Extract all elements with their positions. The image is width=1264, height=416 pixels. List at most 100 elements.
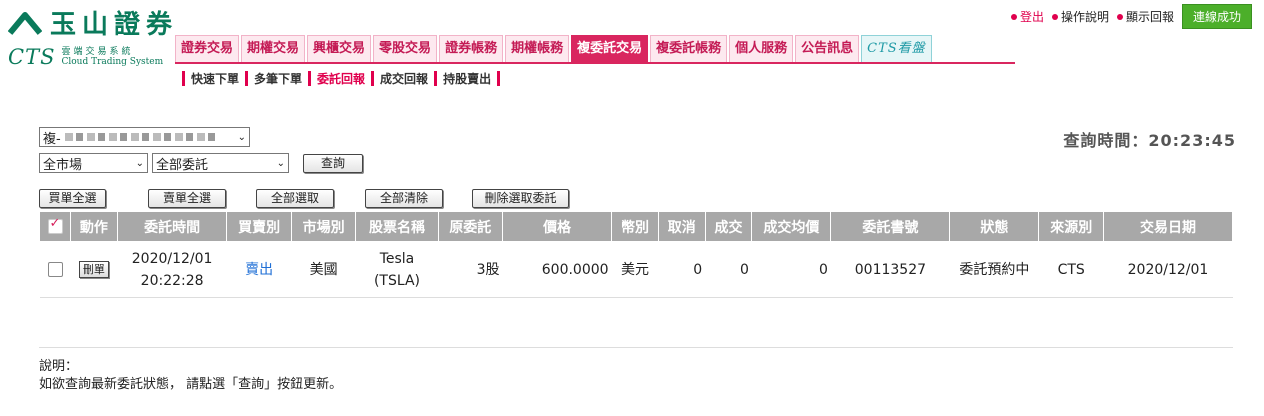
row-action-cell: 刪單 — [70, 241, 118, 298]
row-select-cell[interactable] — [39, 241, 71, 298]
row-source: CTS — [1038, 241, 1104, 298]
help-link[interactable]: 操作說明 — [1051, 8, 1109, 25]
header-source: 來源別 — [1038, 211, 1104, 242]
separator-bar — [434, 71, 438, 86]
header-status: 狀態 — [949, 211, 1040, 242]
tab-emerging-trading[interactable]: 興櫃交易 — [307, 35, 372, 62]
tab-sub-brokerage-account[interactable]: 複委託帳務 — [650, 35, 728, 62]
separator-bar — [308, 71, 312, 86]
note-section: 說明： 如欲查詢最新委託狀態， 請點選「查詢」按鈕更新。 — [39, 358, 342, 394]
market-select-value: 全市場 — [43, 157, 83, 173]
note-text: 如欲查詢最新委託狀態， 請點選「查詢」按鈕更新。 — [39, 377, 343, 392]
header-select-all[interactable] — [39, 211, 71, 242]
subnav-order-report[interactable]: 委託回報 — [317, 70, 365, 87]
chevron-down-icon: ⌄ — [276, 157, 285, 169]
row-cancelled: 0 — [658, 241, 706, 298]
row-filled: 0 — [705, 241, 752, 298]
tab-futures-account[interactable]: 期權帳務 — [505, 35, 570, 62]
header-cancelled: 取消 — [657, 211, 706, 242]
row-side: 賣出 — [226, 241, 292, 298]
sell-select-all-button[interactable]: 賣單全選 — [148, 189, 226, 208]
delete-order-button[interactable]: 刪單 — [78, 261, 109, 278]
chevron-down-icon: ⌄ — [237, 131, 246, 143]
account-select[interactable]: 複- ⌄ — [39, 127, 250, 147]
top-links: 登出 操作說明 顯示回報 連線成功 — [1010, 4, 1252, 29]
logout-link[interactable]: 登出 — [1010, 8, 1044, 25]
row-status: 委託預約中 — [949, 241, 1039, 298]
subnav-holding-sell[interactable]: 持股賣出 — [443, 70, 491, 87]
checkbox-icon[interactable] — [47, 216, 63, 234]
masked-account-number — [64, 133, 215, 141]
query-time: 查詢時間：20:23:45 — [1063, 131, 1236, 150]
bullet-icon — [1116, 13, 1123, 20]
header-action: 動作 — [70, 211, 118, 242]
query-button[interactable]: 查詢 — [303, 154, 363, 173]
tab-cts-quotes[interactable]: CTS看盤 — [861, 35, 932, 62]
row-avg-price: 0 — [751, 241, 831, 298]
separator-bar — [497, 71, 501, 86]
row-stock-name: Tesla (TSLA) — [355, 241, 439, 298]
connection-status-badge: 連線成功 — [1181, 4, 1252, 29]
select-all-button[interactable]: 全部選取 — [256, 189, 334, 208]
subnav-quick-order[interactable]: 快速下單 — [191, 70, 239, 87]
row-order-time: 2020/12/01 20:22:28 — [117, 241, 227, 298]
header-order-time: 委託時間 — [116, 211, 228, 242]
tab-sub-brokerage-trading[interactable]: 複委託交易 — [571, 35, 649, 62]
order-date: 2020/12/01 — [131, 250, 213, 267]
note-title: 說明： — [39, 359, 79, 374]
sub-nav: 快速下單 多筆下單 委託回報 成交回報 持股賣出 — [176, 70, 506, 87]
table-row: 刪單 2020/12/01 20:22:28 賣出 美國 Tesla (TSLA) … — [39, 241, 1233, 298]
header-filled: 成交 — [704, 211, 753, 242]
header-trade-date: 交易日期 — [1103, 211, 1233, 242]
brand-name: 玉山證券 — [50, 10, 179, 40]
row-price: 600.0000 — [502, 241, 612, 298]
header-original-qty: 原委託 — [437, 211, 504, 242]
tab-securities-trading[interactable]: 證券交易 — [175, 35, 240, 62]
market-select[interactable]: 全市場 ⌄ — [39, 153, 148, 173]
table-header-row: 動作 委託時間 買賣別 市場別 股票名稱 原委託 價格 幣別 取消 成交 成交均… — [39, 211, 1233, 242]
bullet-icon — [1010, 13, 1017, 20]
row-checkbox[interactable] — [47, 262, 63, 277]
header-currency: 幣別 — [611, 211, 659, 242]
tab-personal-service[interactable]: 個人服務 — [729, 35, 794, 62]
separator-bar — [371, 71, 375, 86]
delete-selected-orders-button[interactable]: 刪除選取委託 — [472, 189, 569, 208]
separator-bar — [245, 71, 249, 86]
tab-announcements[interactable]: 公告訊息 — [795, 35, 860, 62]
buy-select-all-button[interactable]: 買單全選 — [39, 189, 106, 208]
show-reply-link[interactable]: 顯示回報 — [1116, 8, 1174, 25]
account-prefix: 複- — [43, 131, 61, 147]
separator-bar — [182, 71, 185, 86]
system-name-en: Cloud Trading System — [61, 57, 164, 67]
order-report-table: 動作 委託時間 買賣別 市場別 股票名稱 原委託 價格 幣別 取消 成交 成交均… — [39, 211, 1233, 298]
order-type-select-value: 全部委託 — [156, 157, 209, 173]
nav-divider — [175, 62, 1015, 64]
tab-securities-account[interactable]: 證券帳務 — [439, 35, 504, 62]
esun-logo: 玉山證券 CTS 雲端交易系統 Cloud Trading System — [8, 4, 179, 69]
clear-all-button[interactable]: 全部清除 — [365, 189, 443, 208]
header-market: 市場別 — [290, 211, 357, 242]
divider — [39, 347, 1233, 348]
header-side: 買賣別 — [226, 211, 292, 242]
row-market: 美國 — [291, 241, 356, 298]
bullet-icon — [1051, 13, 1058, 20]
stock-ticker: (TSLA) — [373, 272, 421, 289]
tab-futures-options-trading[interactable]: 期權交易 — [241, 35, 306, 62]
row-trade-date: 2020/12/01 — [1103, 241, 1233, 298]
row-original-qty: 3股 — [438, 241, 503, 298]
order-type-select[interactable]: 全部委託 ⌄ — [152, 153, 289, 173]
stock-name: Tesla — [379, 250, 415, 267]
system-name-zh: 雲端交易系統 — [61, 47, 134, 57]
mountain-logo-icon — [8, 11, 42, 35]
header-stock-name: 股票名稱 — [355, 211, 439, 242]
subnav-multi-order[interactable]: 多筆下單 — [254, 70, 302, 87]
tab-odd-lot-trading[interactable]: 零股交易 — [373, 35, 438, 62]
header-order-number: 委託書號 — [830, 211, 951, 242]
row-currency: 美元 — [611, 241, 659, 298]
chevron-down-icon: ⌄ — [135, 157, 144, 169]
subnav-fill-report[interactable]: 成交回報 — [380, 70, 428, 87]
order-clock: 20:22:28 — [140, 272, 204, 289]
header-avg-price: 成交均價 — [751, 211, 832, 242]
cts-logo-text: CTS — [8, 45, 56, 69]
header-price: 價格 — [502, 211, 613, 242]
